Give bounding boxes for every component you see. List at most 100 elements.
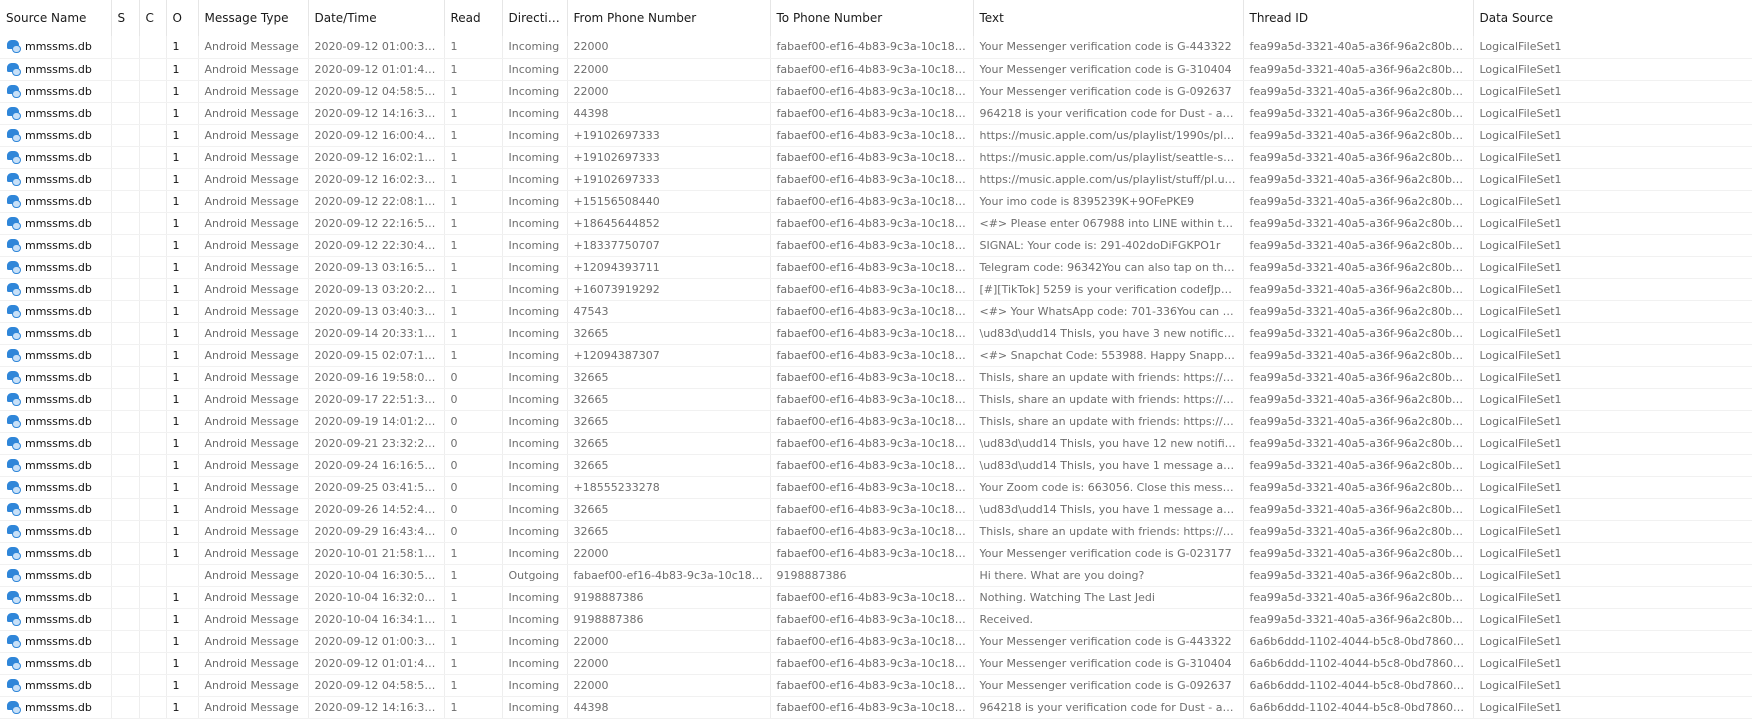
- cell-to-phone-number: fabaef00-ef16-4b83-9c3a-10c18b23701e: [770, 432, 974, 455]
- cell-s: [111, 432, 140, 455]
- table-row[interactable]: mmssms.db 1 Android Message 2020-09-25 03:4…: [0, 476, 1752, 499]
- cell-date-time: 2020-09-24 16:16:59 CEST: [308, 454, 445, 477]
- table-row[interactable]: mmssms.db 1 Android Message 2020-09-12 16:0…: [0, 146, 1752, 169]
- cell-text: \ud83d\udd14 ThisIs, you have 12 new not…: [973, 432, 1244, 455]
- table-row[interactable]: mmssms.db 1 Android Message 2020-09-12 01:0…: [0, 652, 1752, 675]
- column-header-read[interactable]: Read: [444, 0, 503, 36]
- cell-source-name: mmssms.db: [0, 278, 112, 301]
- source-name-wrap: mmssms.db: [6, 414, 105, 428]
- table-row[interactable]: mmssms.db 1 Android Message 2020-09-21 23:3…: [0, 432, 1752, 455]
- cell-to-phone-number: fabaef00-ef16-4b83-9c3a-10c18b23701e: [770, 520, 974, 543]
- cell-to-phone-number: fabaef00-ef16-4b83-9c3a-10c18b23701e: [770, 36, 974, 59]
- table-row[interactable]: mmssms.db 1 Android Message 2020-10-01 21:5…: [0, 542, 1752, 565]
- cell-message-type: Android Message: [198, 344, 309, 367]
- cell-from-phone-number: +18337750707: [567, 234, 771, 257]
- column-header-s[interactable]: S: [111, 0, 140, 36]
- table-row[interactable]: mmssms.db 1 Android Message 2020-09-24 16:1…: [0, 454, 1752, 477]
- table-row[interactable]: mmssms.db 1 Android Message 2020-09-12 22:3…: [0, 234, 1752, 257]
- cell-text: Received.: [973, 608, 1244, 631]
- cell-c: [139, 586, 167, 609]
- source-name-wrap: mmssms.db: [6, 150, 105, 164]
- table-row[interactable]: mmssms.db 1 Android Message 2020-09-29 16:4…: [0, 520, 1752, 543]
- cell-c: [139, 608, 167, 631]
- table-row[interactable]: mmssms.db 1 Android Message 2020-09-14 20:3…: [0, 322, 1752, 345]
- table-row[interactable]: mmssms.db 1 Android Message 2020-09-12 14:1…: [0, 696, 1752, 719]
- cell-direction: Incoming: [502, 58, 568, 81]
- cell-from-phone-number: 32665: [567, 498, 771, 521]
- table-row[interactable]: mmssms.db 1 Android Message 2020-10-04 16:3…: [0, 586, 1752, 609]
- cell-s: [111, 520, 140, 543]
- table-row[interactable]: mmssms.db 1 Android Message 2020-09-12 16:0…: [0, 168, 1752, 191]
- cell-direction: Incoming: [502, 102, 568, 125]
- column-header-c[interactable]: C: [139, 0, 167, 36]
- column-header-source-name[interactable]: Source Name: [0, 0, 112, 36]
- table-row[interactable]: mmssms.db 1 Android Message 2020-09-26 14:5…: [0, 498, 1752, 521]
- cell-to-phone-number: fabaef00-ef16-4b83-9c3a-10c18b23701e: [770, 322, 974, 345]
- cell-thread-id: 6a6b6ddd-1102-4044-b5c8-0bd7860aaadd-3: [1243, 630, 1474, 653]
- table-row[interactable]: mmssms.db 1 Android Message 2020-09-12 01:0…: [0, 630, 1752, 653]
- table-body: mmssms.db 1 Android Message 2020-09-12 01:0…: [0, 36, 1752, 719]
- cell-read: 0: [444, 476, 503, 499]
- table-row[interactable]: mmssms.db 1 Android Message 2020-09-13 03:1…: [0, 256, 1752, 279]
- cell-direction: Incoming: [502, 696, 568, 719]
- source-name-text: mmssms.db: [25, 304, 92, 318]
- table-row[interactable]: mmssms.db 1 Android Message 2020-09-13 03:4…: [0, 300, 1752, 323]
- cell-text: Your Messenger verification code is G-09…: [973, 674, 1244, 697]
- sms-database-icon: [6, 458, 21, 472]
- table-row[interactable]: mmssms.db 1 Android Message 2020-09-12 14:1…: [0, 102, 1752, 125]
- table-row[interactable]: mmssms.db 1 Android Message 2020-10-04 16:3…: [0, 608, 1752, 631]
- cell-o: 1: [166, 190, 199, 213]
- cell-read: 1: [444, 674, 503, 697]
- table-row[interactable]: mmssms.db 1 Android Message 2020-09-19 14:0…: [0, 410, 1752, 433]
- table-row[interactable]: mmssms.db 1 Android Message 2020-09-12 04:5…: [0, 80, 1752, 103]
- cell-direction: Incoming: [502, 322, 568, 345]
- cell-source-name: mmssms.db: [0, 190, 112, 213]
- cell-from-phone-number: 44398: [567, 102, 771, 125]
- cell-s: [111, 146, 140, 169]
- table-row[interactable]: mmssms.db 1 Android Message 2020-09-13 03:2…: [0, 278, 1752, 301]
- cell-text: <#> Please enter 067988 into LINE within…: [973, 212, 1244, 235]
- column-header-message-type[interactable]: Message Type: [198, 0, 309, 36]
- cell-data-source: LogicalFileSet1: [1473, 696, 1752, 719]
- table-row[interactable]: mmssms.db 1 Android Message 2020-09-12 22:1…: [0, 212, 1752, 235]
- column-header-date-time[interactable]: Date/Time: [308, 0, 445, 36]
- cell-direction: Incoming: [502, 168, 568, 191]
- cell-c: [139, 146, 167, 169]
- table-row[interactable]: mmssms.db 1 Android Message 2020-09-12 16:0…: [0, 124, 1752, 147]
- cell-text: Your imo code is 8395239K+9OFePKE9: [973, 190, 1244, 213]
- table-row[interactable]: mmssms.db 1 Android Message 2020-09-12 04:5…: [0, 674, 1752, 697]
- cell-s: [111, 476, 140, 499]
- table-row[interactable]: mmssms.db 1 Android Message 2020-09-12 22:0…: [0, 190, 1752, 213]
- cell-c: [139, 520, 167, 543]
- cell-thread-id: fea99a5d-3321-40a5-a36f-96a2c80b6ab6-12: [1243, 498, 1474, 521]
- cell-o: 1: [166, 124, 199, 147]
- cell-text: Your Messenger verification code is G-44…: [973, 630, 1244, 653]
- cell-o: 1: [166, 146, 199, 169]
- column-header-text[interactable]: Text: [973, 0, 1244, 36]
- column-header-to-phone-number[interactable]: To Phone Number: [770, 0, 974, 36]
- source-name-wrap: mmssms.db: [6, 524, 105, 538]
- column-header-data-source[interactable]: Data Source: [1473, 0, 1752, 36]
- cell-direction: Incoming: [502, 542, 568, 565]
- table-row[interactable]: mmssms.db 1 Android Message 2020-09-17 22:5…: [0, 388, 1752, 411]
- source-name-wrap: mmssms.db: [6, 656, 105, 670]
- table-row[interactable]: mmssms.db 1 Android Message 2020-09-12 01:0…: [0, 58, 1752, 81]
- column-header-from-phone-number[interactable]: From Phone Number: [567, 0, 771, 36]
- cell-to-phone-number: fabaef00-ef16-4b83-9c3a-10c18b23701e: [770, 674, 974, 697]
- table-row[interactable]: mmssms.db Android Message 2020-10-04 16:30…: [0, 564, 1752, 587]
- cell-from-phone-number: 32665: [567, 432, 771, 455]
- cell-text: ThisIs, share an update with friends: ht…: [973, 366, 1244, 389]
- cell-from-phone-number: 32665: [567, 454, 771, 477]
- table-row[interactable]: mmssms.db 1 Android Message 2020-09-12 01:0…: [0, 36, 1752, 59]
- cell-data-source: LogicalFileSet1: [1473, 168, 1752, 191]
- cell-source-name: mmssms.db: [0, 630, 112, 653]
- table-row[interactable]: mmssms.db 1 Android Message 2020-09-15 02:0…: [0, 344, 1752, 367]
- source-name-text: mmssms.db: [25, 40, 92, 54]
- sms-database-icon: [6, 194, 21, 208]
- source-name-wrap: mmssms.db: [6, 40, 105, 54]
- column-header-thread-id[interactable]: Thread ID: [1243, 0, 1474, 36]
- column-header-o[interactable]: O: [166, 0, 199, 36]
- table-row[interactable]: mmssms.db 1 Android Message 2020-09-16 19:5…: [0, 366, 1752, 389]
- column-header-direction[interactable]: Direction: [502, 0, 568, 36]
- sms-database-icon: [6, 678, 21, 692]
